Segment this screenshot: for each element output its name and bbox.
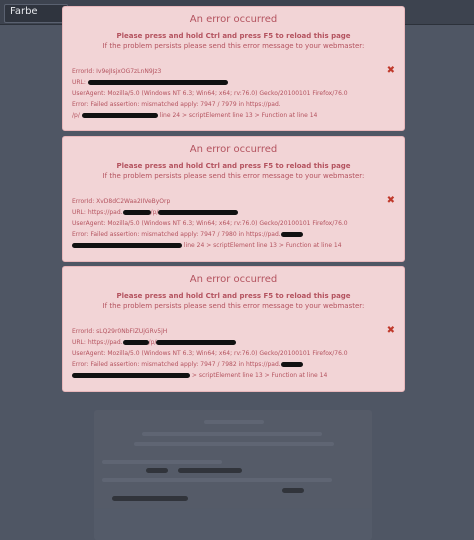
- error-message: Error: Failed assertion: mismatched appl…: [72, 229, 404, 240]
- reload-instruction: Please press and hold Ctrl and press F5 …: [116, 32, 351, 40]
- error-dialog-2: An error occurred Please press and hold …: [62, 136, 405, 262]
- background-error-dialog: [94, 410, 372, 540]
- error-details: ErrorId: sLQ29r0NbFIZUjGRv5jH URL: https…: [72, 326, 404, 381]
- redacted-domain: [280, 232, 303, 237]
- redacted-path: [158, 210, 239, 215]
- reload-instruction: Please press and hold Ctrl and press F5 …: [116, 292, 351, 300]
- redacted-url: [87, 80, 228, 85]
- user-agent: UserAgent: Mozilla/5.0 (Windows NT 6.3; …: [72, 220, 348, 227]
- redacted-domain: [280, 362, 303, 367]
- error-title: An error occurred: [189, 144, 278, 155]
- error-message-cont: > scriptElement line 13 > Function at li…: [72, 370, 404, 381]
- error-message: Error: Failed assertion: mismatched appl…: [72, 359, 404, 370]
- user-agent: UserAgent: Mozilla/5.0 (Windows NT 6.3; …: [72, 90, 348, 97]
- redacted-domain: [122, 340, 149, 345]
- webmaster-instruction: If the problem persists please send this…: [102, 302, 365, 310]
- error-id: ErrorId: Iv9eJIsjxOG7zLnN9Jz3: [72, 68, 162, 75]
- error-details: ErrorId: Iv9eJIsjxOG7zLnN9Jz3 URL: UserA…: [72, 66, 404, 121]
- error-title: An error occurred: [189, 274, 278, 285]
- error-url: URL:: [72, 77, 404, 88]
- error-message-cont: line 24 > scriptElement line 13 > Functi…: [72, 240, 404, 251]
- error-details: ErrorId: XvD8dC2Waa2IIVeByOrp URL: https…: [72, 196, 404, 251]
- redacted-path: [72, 243, 182, 248]
- error-id: ErrorId: XvD8dC2Waa2IIVeByOrp: [72, 198, 171, 205]
- reload-instruction: Please press and hold Ctrl and press F5 …: [116, 162, 351, 170]
- error-dialog-3: An error occurred Please press and hold …: [62, 266, 405, 392]
- error-title: An error occurred: [189, 14, 278, 25]
- color-label: Farbe: [10, 6, 38, 17]
- error-url: URL: https://pad./p/: [72, 337, 404, 348]
- user-agent: UserAgent: Mozilla/5.0 (Windows NT 6.3; …: [72, 350, 348, 357]
- redacted-path: [156, 340, 237, 345]
- error-message: Error: Failed assertion: mismatched appl…: [72, 101, 281, 108]
- error-url: URL: https://pad./p/: [72, 207, 404, 218]
- error-message-cont: /p/ line 24 > scriptElement line 13 > Fu…: [72, 112, 318, 119]
- error-dialog-1: An error occurred Please press and hold …: [62, 6, 405, 131]
- redacted-domain: [122, 210, 151, 215]
- error-id: ErrorId: sLQ29r0NbFIZUjGRv5jH: [72, 328, 168, 335]
- redacted-path: [72, 373, 190, 378]
- webmaster-instruction: If the problem persists please send this…: [102, 172, 365, 180]
- webmaster-instruction: If the problem persists please send this…: [102, 42, 365, 50]
- redacted-path: [81, 113, 158, 118]
